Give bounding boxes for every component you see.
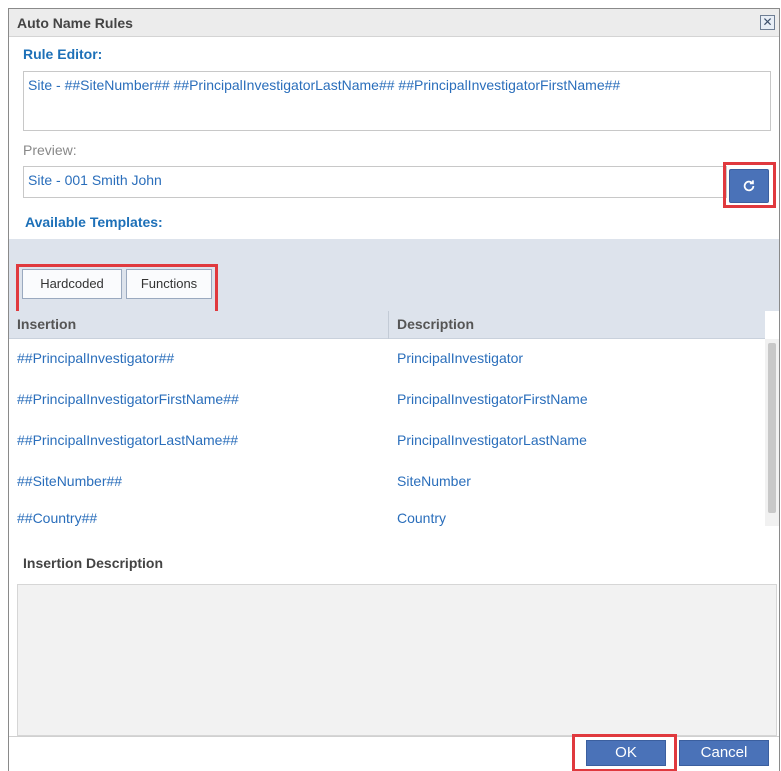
- templates-table: Insertion Description ##PrincipalInvesti…: [9, 311, 779, 526]
- ok-highlight: [572, 734, 677, 771]
- table-header: Insertion Description: [9, 311, 765, 339]
- insertion-description-label: Insertion Description: [23, 555, 164, 571]
- templates-highlight: [16, 264, 218, 315]
- row-description: Country: [397, 510, 447, 526]
- row-description: PrincipalInvestigator: [397, 350, 524, 366]
- insertion-description-box: [17, 584, 777, 736]
- row-insertion: ##PrincipalInvestigator##: [17, 350, 175, 366]
- cancel-button[interactable]: Cancel: [679, 740, 769, 766]
- table-row[interactable]: ##PrincipalInvestigatorFirstName## Princ…: [9, 380, 765, 421]
- auto-name-rules-dialog: Auto Name Rules ✕ Rule Editor: Site - ##…: [8, 8, 780, 771]
- column-divider: [388, 311, 389, 339]
- scrollbar-thumb[interactable]: [768, 343, 776, 513]
- preview-label: Preview:: [23, 142, 77, 158]
- refresh-highlight: [723, 162, 776, 208]
- close-icon[interactable]: ✕: [760, 15, 775, 30]
- rule-editor-input[interactable]: Site - ##SiteNumber## ##PrincipalInvesti…: [23, 71, 771, 131]
- row-description: SiteNumber: [397, 473, 471, 489]
- table-row[interactable]: ##PrincipalInvestigator## PrincipalInves…: [9, 339, 765, 380]
- column-insertion: Insertion: [17, 316, 77, 332]
- row-description: PrincipalInvestigatorFirstName: [397, 391, 588, 407]
- row-insertion: ##PrincipalInvestigatorFirstName##: [17, 391, 239, 407]
- table-scrollbar[interactable]: [765, 339, 779, 526]
- table-row[interactable]: ##PrincipalInvestigatorLastName## Princi…: [9, 421, 765, 462]
- row-insertion: ##PrincipalInvestigatorLastName##: [17, 432, 239, 448]
- available-templates-label: Available Templates:: [25, 214, 163, 230]
- title-bar: Auto Name Rules ✕: [9, 9, 779, 37]
- row-insertion: ##Country##: [17, 510, 98, 526]
- row-insertion: ##SiteNumber##: [17, 473, 123, 489]
- column-description: Description: [397, 316, 475, 332]
- row-description: PrincipalInvestigatorLastName: [397, 432, 587, 448]
- dialog-title: Auto Name Rules: [17, 15, 133, 31]
- rule-editor-label: Rule Editor:: [23, 46, 103, 62]
- table-row[interactable]: ##Country## Country: [9, 503, 765, 526]
- table-row[interactable]: ##SiteNumber## SiteNumber: [9, 462, 765, 503]
- preview-field: Site - 001 Smith John: [23, 166, 727, 198]
